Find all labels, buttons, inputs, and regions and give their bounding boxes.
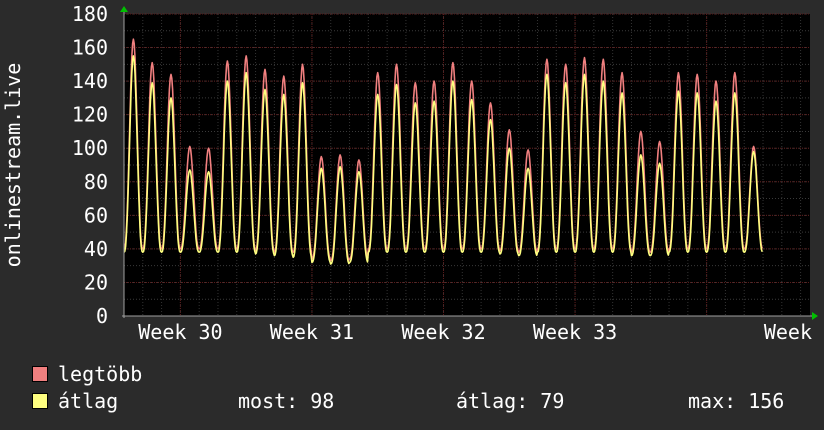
stat-max: max: 156 [688, 389, 785, 413]
y-tick-label: 20 [84, 270, 108, 294]
stat-average: átlag: 79 [456, 389, 565, 413]
y-tick-label: 0 [96, 304, 108, 328]
x-tick-label: Week [764, 320, 812, 344]
y-tick-label: 60 [84, 203, 108, 227]
y-axis-arrow [120, 6, 128, 12]
y-tick-label: 40 [84, 237, 108, 261]
x-tick-label: Week 30 [138, 320, 222, 344]
y-tick-label: 140 [72, 69, 108, 93]
x-axis-arrow [812, 312, 818, 320]
x-tick-labels: Week 30 Week 31 Week 32 Week 33 Week [138, 320, 812, 344]
chart: 020406080100120140160180 Week 30 Week 31 W… [1, 2, 818, 344]
y-tick-labels: 0 20 40 60 80 100 120 140 160 180 [72, 2, 108, 328]
legend-label-avg: átlag [58, 389, 119, 413]
y-tick-label: 120 [72, 103, 108, 127]
y-tick-label: 160 [72, 36, 108, 60]
legend-swatch-max [32, 366, 48, 382]
x-tick-label: Week 31 [270, 320, 354, 344]
legend-swatch-avg [32, 393, 48, 409]
y-axis-label: onlinestream.live [1, 63, 25, 268]
legend-label-max: legtöbb [58, 362, 143, 386]
y-tick-label: 180 [72, 2, 108, 26]
x-tick-label: Week 33 [533, 320, 617, 344]
stat-now: most: 98 [238, 389, 335, 413]
y-tick-label: 80 [84, 170, 108, 194]
y-tick-label: 100 [72, 136, 108, 160]
x-tick-label: Week 32 [401, 320, 485, 344]
